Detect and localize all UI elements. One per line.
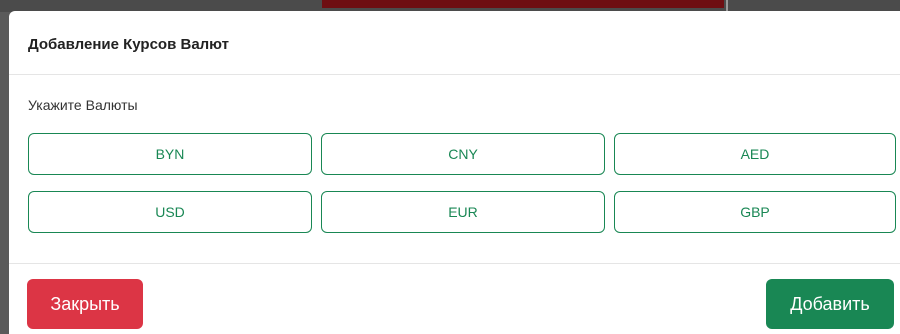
currency-button-byn[interactable]: BYN <box>28 133 312 175</box>
currency-button-cny[interactable]: CNY <box>321 133 605 175</box>
currency-grid: BYN CNY AED USD EUR GBP <box>28 133 896 233</box>
modal-header: Добавление Курсов Валют <box>9 11 900 75</box>
add-button[interactable]: Добавить <box>766 279 894 329</box>
currency-button-eur[interactable]: EUR <box>321 191 605 233</box>
currencies-label: Укажите Валюты <box>28 97 138 113</box>
modal-title: Добавление Курсов Валют <box>28 36 229 53</box>
currency-button-usd[interactable]: USD <box>28 191 312 233</box>
add-currency-rates-modal: Добавление Курсов Валют Укажите Валюты B… <box>9 11 900 334</box>
modal-body: Укажите Валюты BYN CNY AED USD EUR GBP <box>9 75 900 264</box>
currency-button-aed[interactable]: AED <box>614 133 896 175</box>
currency-button-gbp[interactable]: GBP <box>614 191 896 233</box>
backdrop-accent-bar <box>322 0 724 8</box>
modal-footer: Закрыть Добавить <box>9 264 900 334</box>
close-button[interactable]: Закрыть <box>27 279 143 329</box>
